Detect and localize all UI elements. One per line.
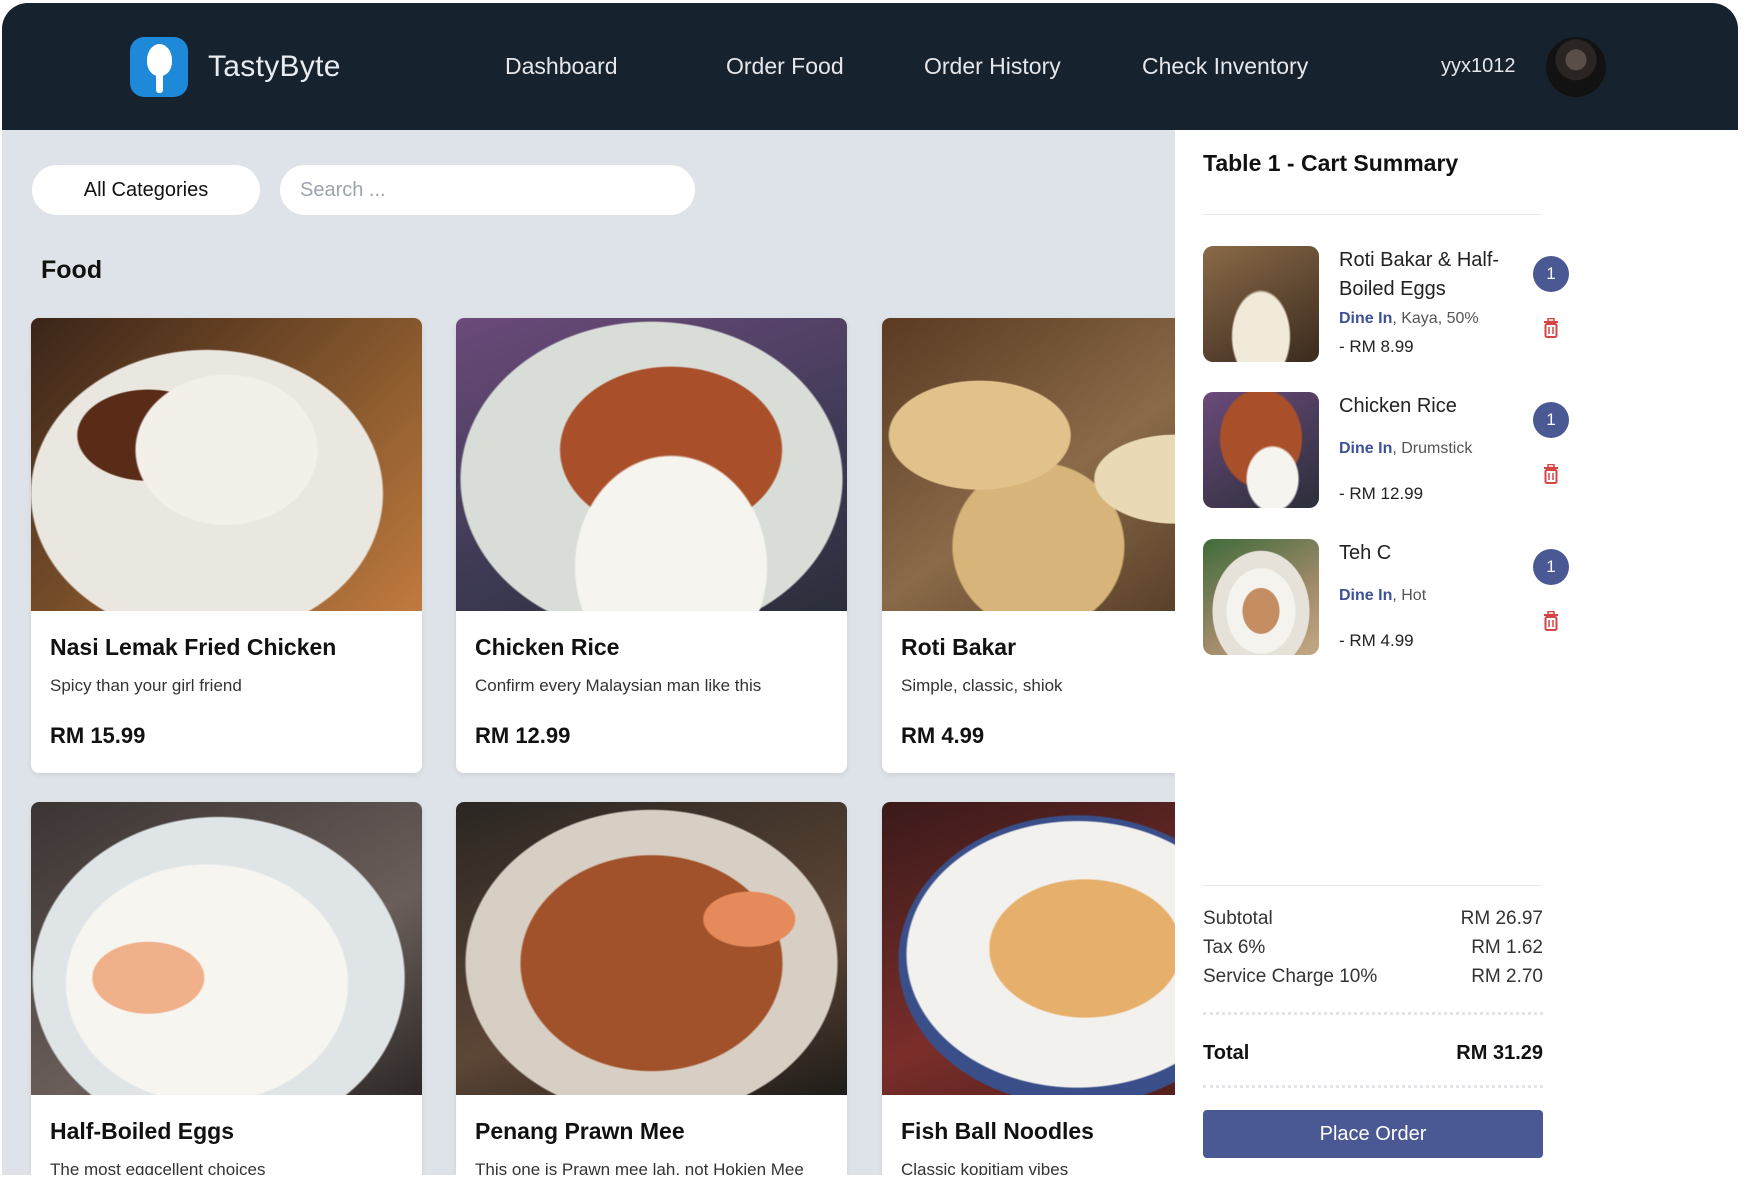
app-window: TastyByte Dashboard Order Food Order His…: [2, 3, 1738, 1175]
menu-card[interactable]: Penang Prawn Mee This one is Prawn mee l…: [456, 802, 847, 1175]
place-order-button[interactable]: Place Order: [1203, 1110, 1543, 1158]
card-description: Simple, classic, shiok: [901, 676, 1063, 695]
tax-row: Tax 6% RM 1.62: [1203, 937, 1543, 958]
dotted-divider: [1203, 1085, 1543, 1088]
item-price: - RM 12.99: [1339, 484, 1424, 503]
nav-dashboard[interactable]: Dashboard: [505, 53, 618, 80]
card-name: Roti Bakar: [901, 634, 1017, 660]
food-image: [456, 318, 847, 611]
card-description: Spicy than your girl friend: [50, 676, 242, 695]
category-filter-button[interactable]: All Categories: [32, 165, 260, 215]
card-price: RM 15.99: [50, 723, 146, 748]
food-image: [31, 802, 422, 1095]
trash-icon[interactable]: [1543, 611, 1559, 631]
cart-item: Chicken Rice Dine In, Drumstick - RM 12.…: [1203, 392, 1569, 512]
food-image: [31, 318, 422, 611]
item-price: - RM 4.99: [1339, 631, 1414, 650]
item-options: Dine In, Kaya, 50%: [1339, 310, 1479, 327]
service-charge-row: Service Charge 10% RM 2.70: [1203, 966, 1543, 987]
trash-icon[interactable]: [1543, 464, 1559, 484]
card-name: Fish Ball Noodles: [901, 1118, 1094, 1144]
trash-icon[interactable]: [1543, 318, 1559, 338]
subtotal-row: Subtotal RM 26.97: [1203, 908, 1543, 929]
item-options: Dine In, Hot: [1339, 587, 1427, 604]
divider: [1203, 214, 1541, 215]
menu-card[interactable]: Nasi Lemak Fried Chicken Spicy than your…: [31, 318, 422, 773]
item-name: Roti Bakar & Half-Boiled Eggs: [1339, 249, 1500, 300]
item-price: - RM 8.99: [1339, 337, 1414, 356]
card-price: RM 4.99: [901, 723, 985, 748]
card-description: Classic kopitiam vibes: [901, 1160, 1069, 1175]
card-description: This one is Prawn mee lah, not Hokien Me…: [475, 1160, 804, 1175]
spoon-icon: [130, 37, 188, 97]
nav-order-history[interactable]: Order History: [924, 53, 1061, 80]
nav-check-inventory[interactable]: Check Inventory: [1142, 53, 1308, 80]
item-thumbnail: [1203, 539, 1319, 655]
search-input[interactable]: [280, 165, 695, 215]
item-options: Dine In, Drumstick: [1339, 440, 1473, 457]
card-description: The most eggcellent choices: [50, 1160, 266, 1175]
top-navbar: TastyByte Dashboard Order Food Order His…: [2, 3, 1738, 130]
quantity-badge: 1: [1533, 256, 1569, 292]
quantity-badge: 1: [1533, 549, 1569, 585]
brand[interactable]: TastyByte: [130, 37, 341, 97]
card-name: Chicken Rice: [475, 634, 620, 660]
cart-title: Table 1 - Cart Summary: [1203, 150, 1459, 176]
food-image: [456, 802, 847, 1095]
card-name: Nasi Lemak Fried Chicken: [50, 634, 337, 660]
total-row: Total RM 31.29: [1203, 1042, 1543, 1064]
item-name: Chicken Rice: [1339, 395, 1457, 417]
card-price: RM 12.99: [475, 723, 571, 748]
cart-summary-panel: Table 1 - Cart Summary Roti Bakar & Half…: [1175, 130, 1738, 1175]
menu-card[interactable]: Half-Boiled Eggs The most eggcellent cho…: [31, 802, 422, 1175]
avatar[interactable]: [1546, 37, 1606, 97]
cart-item: Roti Bakar & Half-Boiled Eggs Dine In, K…: [1203, 246, 1569, 366]
username[interactable]: yyx1012: [1441, 55, 1516, 78]
quantity-badge: 1: [1533, 402, 1569, 438]
item-thumbnail: [1203, 392, 1319, 508]
nav-order-food[interactable]: Order Food: [726, 53, 844, 80]
card-name: Penang Prawn Mee: [475, 1118, 685, 1144]
item-thumbnail: [1203, 246, 1319, 362]
section-title: Food: [41, 256, 103, 284]
card-description: Confirm every Malaysian man like this: [475, 676, 762, 695]
brand-name: TastyByte: [208, 50, 341, 83]
divider: [1203, 885, 1541, 886]
dotted-divider: [1203, 1012, 1543, 1015]
cart-item: Teh C Dine In, Hot - RM 4.99 1: [1203, 539, 1569, 659]
card-name: Half-Boiled Eggs: [50, 1118, 235, 1144]
menu-card[interactable]: Chicken Rice Confirm every Malaysian man…: [456, 318, 847, 773]
item-name: Teh C: [1339, 542, 1392, 564]
